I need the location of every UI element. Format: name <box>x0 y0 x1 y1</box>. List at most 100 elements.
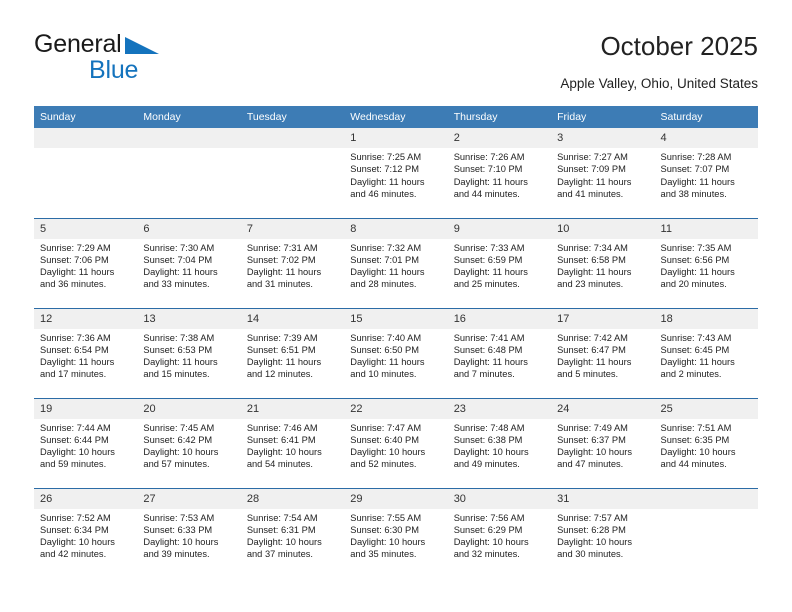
daylight-text: and 52 minutes. <box>350 459 417 470</box>
calendar-day-cell[interactable]: 24 Sunrise: 7:49 AM Sunset: 6:37 PM Dayligh… <box>551 397 655 488</box>
calendar-day-cell[interactable]: 26 Sunrise: 7:52 AM Sunset: 6:34 PM Dayligh… <box>34 487 138 578</box>
calendar-day-cell[interactable]: 14 Sunrise: 7:39 AM Sunset: 6:51 PM Dayligh… <box>240 307 345 398</box>
page-title: October 2025 <box>600 31 758 61</box>
calendar-day-cell[interactable]: 16 Sunrise: 7:41 AM Sunset: 6:48 PM Dayligh… <box>447 307 552 398</box>
calendar-day-cell[interactable]: 15 Sunrise: 7:40 AM Sunset: 6:50 PM Dayligh… <box>344 307 448 398</box>
calendar-day-cell[interactable]: 17 Sunrise: 7:42 AM Sunset: 6:47 PM Dayligh… <box>551 307 655 398</box>
calendar-day-cell[interactable]: 12 Sunrise: 7:36 AM Sunset: 6:54 PM Dayligh… <box>34 307 138 398</box>
day-sun-info: Sunrise: 7:28 AM Sunset: 7:07 PM Daylight:… <box>655 148 758 200</box>
daylight-text: and 59 minutes. <box>40 459 107 470</box>
sunset-text: Sunset: 6:47 PM <box>557 344 626 355</box>
calendar-day-cell[interactable]: 18 Sunrise: 7:43 AM Sunset: 6:45 PM Dayligh… <box>654 307 758 398</box>
calendar-day-cell[interactable]: 23 Sunrise: 7:48 AM Sunset: 6:38 PM Dayligh… <box>447 397 552 488</box>
sunrise-text: Sunrise: 7:35 AM <box>660 242 732 253</box>
calendar-body: 1 Sunrise: 7:25 AM Sunset: 7:12 PM Daylight… <box>34 128 758 578</box>
sunrise-text: Sunrise: 7:27 AM <box>557 152 628 162</box>
daylight-text: and 39 minutes. <box>143 549 210 560</box>
daylight-text: and 44 minutes. <box>660 459 727 470</box>
calendar-day-cell[interactable]: 10 Sunrise: 7:34 AM Sunset: 6:58 PM Dayligh… <box>551 217 655 308</box>
daylight-text: Daylight: 10 hours <box>453 537 529 548</box>
calendar-week-row: 1 Sunrise: 7:25 AM Sunset: 7:12 PM Daylight… <box>34 128 758 218</box>
calendar-day-cell[interactable]: 19 Sunrise: 7:44 AM Sunset: 6:44 PM Dayligh… <box>34 397 138 488</box>
sunrise-text: Sunrise: 7:28 AM <box>660 152 732 162</box>
daylight-text: and 41 minutes. <box>557 188 624 199</box>
day-number: 5 <box>34 218 138 239</box>
calendar-day-cell[interactable]: 2 Sunrise: 7:26 AM Sunset: 7:10 PM Daylight… <box>447 128 552 218</box>
calendar-page: General Blue October 2025 Apple Valley, … <box>0 0 792 612</box>
daylight-text: and 32 minutes. <box>453 549 520 560</box>
day-number: 15 <box>344 308 448 329</box>
sunrise-text: Sunrise: 7:51 AM <box>660 422 732 433</box>
calendar-day-cell[interactable]: 30 Sunrise: 7:56 AM Sunset: 6:29 PM Dayligh… <box>447 487 552 578</box>
calendar-day-cell[interactable]: 13 Sunrise: 7:38 AM Sunset: 6:53 PM Dayligh… <box>137 307 241 398</box>
calendar-day-cell[interactable]: 31 Sunrise: 7:57 AM Sunset: 6:28 PM Dayligh… <box>551 487 655 578</box>
daylight-text: and 47 minutes. <box>557 459 624 470</box>
daylight-text: Daylight: 10 hours <box>350 537 426 548</box>
calendar-day-cell[interactable]: 4 Sunrise: 7:28 AM Sunset: 7:07 PM Daylight… <box>654 128 758 218</box>
daylight-text: Daylight: 11 hours <box>143 267 218 278</box>
calendar-day-cell[interactable]: 21 Sunrise: 7:46 AM Sunset: 6:41 PM Dayligh… <box>240 397 345 488</box>
calendar-day-cell[interactable]: 8 Sunrise: 7:32 AM Sunset: 7:01 PM Daylight… <box>344 217 448 308</box>
sunset-text: Sunset: 7:01 PM <box>350 254 419 265</box>
calendar-day-cell[interactable]: 28 Sunrise: 7:54 AM Sunset: 6:31 PM Dayligh… <box>240 487 345 578</box>
day-number: 30 <box>447 488 552 509</box>
day-sun-info: Sunrise: 7:45 AM Sunset: 6:42 PM Daylight:… <box>137 419 240 471</box>
daylight-text: Daylight: 11 hours <box>453 357 528 368</box>
day-number: 8 <box>344 218 448 239</box>
calendar-day-cell-empty <box>240 128 345 218</box>
daylight-text: and 36 minutes. <box>40 279 107 290</box>
calendar-week-row: 12 Sunrise: 7:36 AM Sunset: 6:54 PM Dayligh… <box>34 307 758 398</box>
sunset-text: Sunset: 6:28 PM <box>557 524 626 535</box>
day-sun-info: Sunrise: 7:29 AM Sunset: 7:06 PM Daylight:… <box>34 239 137 291</box>
calendar-day-cell[interactable]: 22 Sunrise: 7:47 AM Sunset: 6:40 PM Dayligh… <box>344 397 448 488</box>
calendar-week-row: 5 Sunrise: 7:29 AM Sunset: 7:06 PM Daylight… <box>34 217 758 308</box>
calendar-day-cell[interactable]: 11 Sunrise: 7:35 AM Sunset: 6:56 PM Dayligh… <box>654 217 758 308</box>
calendar-day-cell[interactable]: 7 Sunrise: 7:31 AM Sunset: 7:02 PM Daylight… <box>240 217 345 308</box>
calendar-day-cell[interactable]: 27 Sunrise: 7:53 AM Sunset: 6:33 PM Dayligh… <box>137 487 241 578</box>
sunrise-text: Sunrise: 7:38 AM <box>143 332 215 343</box>
day-number: 12 <box>34 308 138 329</box>
daylight-text: Daylight: 11 hours <box>557 357 632 368</box>
day-number <box>137 128 241 148</box>
calendar-day-cell[interactable]: 9 Sunrise: 7:33 AM Sunset: 6:59 PM Daylight… <box>447 217 552 308</box>
sunset-text: Sunset: 6:44 PM <box>40 434 109 445</box>
sunset-text: Sunset: 6:40 PM <box>350 434 419 445</box>
day-number: 7 <box>240 218 345 239</box>
daylight-text: Daylight: 11 hours <box>40 357 115 368</box>
daylight-text: Daylight: 10 hours <box>40 537 115 548</box>
day-sun-info: Sunrise: 7:54 AM Sunset: 6:31 PM Daylight:… <box>241 509 344 561</box>
daylight-text: and 38 minutes. <box>660 188 727 199</box>
sunset-text: Sunset: 6:50 PM <box>350 344 419 355</box>
sunset-text: Sunset: 6:30 PM <box>350 524 419 535</box>
sunset-text: Sunset: 6:51 PM <box>246 344 316 355</box>
daylight-text: Daylight: 11 hours <box>660 176 735 187</box>
sunset-text: Sunset: 7:02 PM <box>246 254 316 265</box>
day-number: 26 <box>34 488 138 509</box>
calendar-day-cell[interactable]: 20 Sunrise: 7:45 AM Sunset: 6:42 PM Dayligh… <box>137 397 241 488</box>
weekday-header-row: Sunday Monday Tuesday Wednesday Thursday… <box>34 106 758 128</box>
day-number: 21 <box>240 398 345 419</box>
day-sun-info: Sunrise: 7:38 AM Sunset: 6:53 PM Daylight:… <box>137 329 240 381</box>
general-blue-logo[interactable]: General Blue <box>34 30 254 90</box>
day-sun-info: Sunrise: 7:41 AM Sunset: 6:48 PM Daylight:… <box>448 329 551 381</box>
day-sun-info: Sunrise: 7:33 AM Sunset: 6:59 PM Daylight:… <box>448 239 551 291</box>
sunrise-text: Sunrise: 7:26 AM <box>453 152 525 162</box>
calendar-day-cell[interactable]: 25 Sunrise: 7:51 AM Sunset: 6:35 PM Dayligh… <box>654 397 758 488</box>
sunrise-text: Sunrise: 7:25 AM <box>350 152 422 162</box>
calendar-day-cell[interactable]: 1 Sunrise: 7:25 AM Sunset: 7:12 PM Daylight… <box>344 128 448 218</box>
calendar-day-cell[interactable]: 5 Sunrise: 7:29 AM Sunset: 7:06 PM Daylight… <box>34 217 138 308</box>
calendar-day-cell[interactable]: 29 Sunrise: 7:55 AM Sunset: 6:30 PM Dayligh… <box>344 487 448 578</box>
daylight-text: and 37 minutes. <box>246 549 313 560</box>
day-sun-info: Sunrise: 7:49 AM Sunset: 6:37 PM Daylight:… <box>551 419 654 471</box>
day-sun-info: Sunrise: 7:30 AM Sunset: 7:04 PM Daylight:… <box>137 239 240 291</box>
day-number: 3 <box>551 128 655 148</box>
daylight-text: and 33 minutes. <box>143 279 210 290</box>
sunrise-text: Sunrise: 7:49 AM <box>557 422 628 433</box>
daylight-text: Daylight: 11 hours <box>557 267 632 278</box>
day-sun-info: Sunrise: 7:44 AM Sunset: 6:44 PM Daylight:… <box>34 419 137 471</box>
calendar-day-cell[interactable]: 3 Sunrise: 7:27 AM Sunset: 7:09 PM Daylight… <box>551 128 655 218</box>
calendar-day-cell[interactable]: 6 Sunrise: 7:30 AM Sunset: 7:04 PM Daylight… <box>137 217 241 308</box>
sunrise-text: Sunrise: 7:53 AM <box>143 512 215 523</box>
day-sun-info: Sunrise: 7:57 AM Sunset: 6:28 PM Daylight:… <box>551 509 654 561</box>
sunrise-text: Sunrise: 7:34 AM <box>557 242 628 253</box>
